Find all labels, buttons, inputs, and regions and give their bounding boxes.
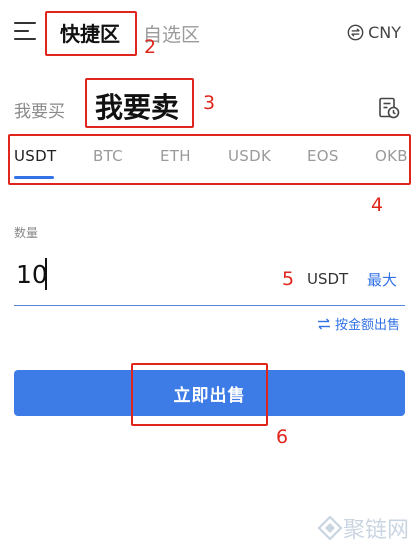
max-button[interactable]: 最大 — [367, 269, 397, 290]
swap-icon — [317, 318, 330, 329]
quantity-label: 数量 — [14, 226, 39, 240]
sell-now-label: 立即出售 — [173, 385, 246, 405]
text-caret — [45, 258, 47, 290]
quantity-unit: USDT — [307, 270, 349, 288]
top-bar: 快捷区 自选区 CNY — [0, 0, 419, 66]
quantity-input[interactable] — [16, 260, 286, 289]
annotation-number-3: 3 — [203, 92, 216, 114]
annotation-number-4: 4 — [371, 194, 384, 216]
mode-sell-tab[interactable]: 我要卖 — [95, 86, 179, 126]
sell-by-amount-link[interactable]: 按金额出售 — [317, 314, 400, 333]
annotation-number-2: 2 — [144, 36, 157, 58]
orders-icon[interactable] — [377, 96, 401, 120]
coin-tab-btc[interactable]: BTC — [93, 147, 123, 165]
coin-tabs: USDT BTC ETH USDK EOS OKB — [0, 140, 419, 180]
coin-tab-eth[interactable]: ETH — [160, 147, 191, 165]
coin-tab-usdt[interactable]: USDT — [14, 147, 56, 165]
exchange-icon — [347, 24, 364, 41]
active-tab-indicator — [14, 176, 54, 179]
coin-tab-eos[interactable]: EOS — [307, 147, 339, 165]
mode-buy-tab[interactable]: 我要买 — [14, 97, 65, 122]
tab-quick-zone[interactable]: 快捷区 — [60, 18, 120, 47]
coin-tab-usdk[interactable]: USDK — [228, 147, 271, 165]
watermark-text: 聚链网 — [342, 518, 409, 542]
currency-label: CNY — [368, 23, 401, 42]
sell-by-amount-label: 按金额出售 — [334, 318, 400, 333]
watermark: 聚链网 — [317, 512, 409, 542]
sell-now-button[interactable]: 立即出售 — [14, 370, 405, 416]
annotation-number-5: 5 — [282, 268, 295, 290]
annotation-number-6: 6 — [276, 426, 289, 448]
currency-switch[interactable]: CNY — [347, 23, 401, 42]
coin-tab-okb[interactable]: OKB — [375, 147, 408, 165]
watermark-logo-icon — [317, 516, 343, 540]
input-underline — [14, 305, 405, 306]
menu-icon[interactable] — [14, 20, 38, 42]
